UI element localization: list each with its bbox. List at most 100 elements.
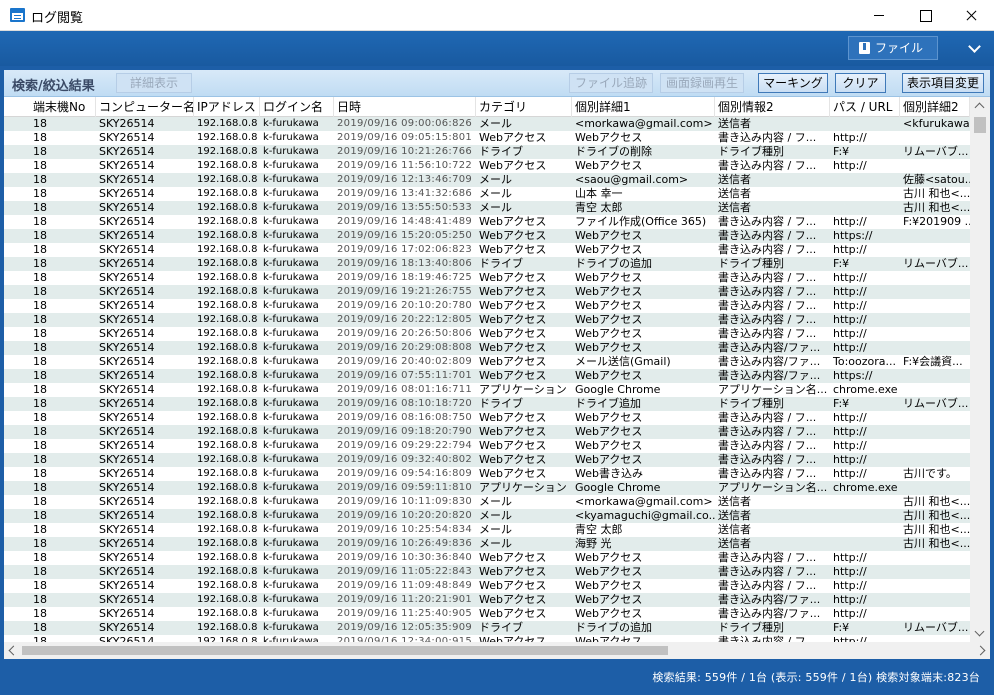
cell-datetime: 2019/09/16 20:22:12:805	[337, 314, 473, 325]
table-row[interactable]: 18 SKY26514 192.168.0.8 k-furukawa 2019/09/1…	[4, 131, 970, 145]
horizontal-scroll-thumb[interactable]	[22, 646, 668, 655]
cell-detail1: 海野 光	[575, 537, 612, 550]
table-row[interactable]: 18 SKY26514 192.168.0.8 k-furukawa 2019/09/1…	[4, 383, 970, 397]
table-row[interactable]: 18 SKY26514 192.168.0.8 k-furukawa 2019/09/1…	[4, 355, 970, 369]
maximize-button[interactable]	[902, 0, 948, 31]
vertical-scrollbar[interactable]	[970, 97, 990, 642]
file-menu-label: ファイル	[875, 41, 924, 55]
table-row[interactable]: 18 SKY26514 192.168.0.8 k-furukawa 2019/09/1…	[4, 397, 970, 411]
table-row[interactable]: 18 SKY26514 192.168.0.8 k-furukawa 2019/09/1…	[4, 509, 970, 523]
cell-terminal-no: 18	[33, 131, 47, 144]
table-row[interactable]: 18 SKY26514 192.168.0.8 k-furukawa 2019/09/1…	[4, 593, 970, 607]
table-row[interactable]: 18 SKY26514 192.168.0.8 k-furukawa 2019/09/1…	[4, 159, 970, 173]
cell-detail1: Webアクセス	[575, 159, 643, 172]
table-row[interactable]: 18 SKY26514 192.168.0.8 k-furukawa 2019/09/1…	[4, 369, 970, 383]
minimize-button[interactable]	[856, 0, 902, 31]
table-row[interactable]: 18 SKY26514 192.168.0.8 k-furukawa 2019/09/1…	[4, 439, 970, 453]
table-row[interactable]: 18 SKY26514 192.168.0.8 k-furukawa 2019/09/1…	[4, 201, 970, 215]
cell-detail2	[900, 159, 970, 173]
header-col-terminal-no[interactable]: 端末機No	[30, 97, 96, 117]
cell-path-url: http://	[833, 215, 867, 228]
table-row[interactable]: 18 SKY26514 192.168.0.8 k-furukawa 2019/09/1…	[4, 551, 970, 565]
horizontal-scrollbar[interactable]	[4, 642, 990, 659]
cell-path-url: http://	[833, 579, 867, 592]
cell-ip-address: 192.168.0.8	[197, 510, 258, 521]
scroll-right-icon[interactable]	[973, 642, 990, 659]
clear-button[interactable]: クリア	[835, 73, 886, 93]
cell-path-url: http://	[833, 607, 867, 620]
cell-datetime: 2019/09/16 09:05:15:801	[337, 132, 473, 143]
chevron-down-icon[interactable]	[966, 41, 984, 55]
file-trace-button[interactable]: ファイル追跡	[569, 73, 653, 93]
marking-button[interactable]: マーキング	[758, 73, 828, 93]
display-items-button[interactable]: 表示項目変更	[902, 73, 984, 93]
table-row[interactable]: 18 SKY26514 192.168.0.8 k-furukawa 2019/09/1…	[4, 453, 970, 467]
results-toolbar: 検索/絞込結果 詳細表示 ファイル追跡 画面録画再生 マーキング クリア 表示項…	[4, 70, 990, 97]
header-col-detail2[interactable]: 個別詳細2	[900, 97, 970, 117]
table-row[interactable]: 18 SKY26514 192.168.0.8 k-furukawa 2019/09/1…	[4, 145, 970, 159]
screen-replay-button[interactable]: 画面録画再生	[660, 73, 744, 93]
cell-computer-name: SKY26514	[99, 327, 155, 340]
cell-detail1: Webアクセス	[575, 593, 643, 606]
table-row[interactable]: 18 SKY26514 192.168.0.8 k-furukawa 2019/09/1…	[4, 579, 970, 593]
table-row[interactable]: 18 SKY26514 192.168.0.8 k-furukawa 2019/09/1…	[4, 537, 970, 551]
table-row[interactable]: 18 SKY26514 192.168.0.8 k-furukawa 2019/09/1…	[4, 327, 970, 341]
header-col-path-url[interactable]: パス / URL	[830, 97, 900, 117]
header-col-computer-name[interactable]: コンピューター名	[96, 97, 194, 117]
cell-path-url: http://	[833, 411, 867, 424]
table-row[interactable]: 18 SKY26514 192.168.0.8 k-furukawa 2019/09/1…	[4, 425, 970, 439]
table-row[interactable]: 18 SKY26514 192.168.0.8 k-furukawa 2019/09/1…	[4, 607, 970, 621]
table-row[interactable]: 18 SKY26514 192.168.0.8 k-furukawa 2019/09/1…	[4, 313, 970, 327]
cell-category: アプリケーション	[479, 383, 567, 396]
cell-category: Webアクセス	[479, 327, 547, 340]
cell-terminal-no: 18	[33, 173, 47, 186]
header-col-datetime[interactable]: 日時	[334, 97, 476, 117]
table-row[interactable]: 18 SKY26514 192.168.0.8 k-furukawa 2019/09/1…	[4, 467, 970, 481]
cell-category: メール	[479, 509, 512, 522]
table-row[interactable]: 18 SKY26514 192.168.0.8 k-furukawa 2019/09/1…	[4, 285, 970, 299]
table-row[interactable]: 18 SKY26514 192.168.0.8 k-furukawa 2019/09/1…	[4, 495, 970, 509]
table-row[interactable]: 18 SKY26514 192.168.0.8 k-furukawa 2019/09/1…	[4, 299, 970, 313]
table-row[interactable]: 18 SKY26514 192.168.0.8 k-furukawa 2019/09/1…	[4, 215, 970, 229]
cell-login-name: k-furukawa	[263, 496, 319, 507]
table-row[interactable]: 18 SKY26514 192.168.0.8 k-furukawa 2019/09/1…	[4, 187, 970, 201]
scroll-down-icon[interactable]	[970, 625, 990, 642]
table-row[interactable]: 18 SKY26514 192.168.0.8 k-furukawa 2019/09/1…	[4, 635, 970, 642]
header-col-detail1[interactable]: 個別詳細1	[572, 97, 715, 117]
detail-view-button[interactable]: 詳細表示	[116, 73, 192, 93]
scroll-left-icon[interactable]	[4, 642, 21, 659]
cell-detail1: Webアクセス	[575, 551, 643, 564]
cell-login-name: k-furukawa	[263, 636, 319, 642]
cell-datetime: 2019/09/16 10:11:09:830	[337, 496, 473, 507]
cell-path-url: http://	[833, 341, 867, 354]
file-menu-button[interactable]: ファイル	[848, 36, 938, 60]
table-row[interactable]: 18 SKY26514 192.168.0.8 k-furukawa 2019/09/1…	[4, 523, 970, 537]
table-row[interactable]: 18 SKY26514 192.168.0.8 k-furukawa 2019/09/1…	[4, 271, 970, 285]
table-row[interactable]: 18 SKY26514 192.168.0.8 k-furukawa 2019/09/1…	[4, 173, 970, 187]
table-row[interactable]: 18 SKY26514 192.168.0.8 k-furukawa 2019/09/1…	[4, 481, 970, 495]
header-col-category[interactable]: カテゴリ	[476, 97, 572, 117]
cell-datetime: 2019/09/16 18:19:46:725	[337, 272, 473, 283]
cell-category: Webアクセス	[479, 439, 547, 452]
cell-path-url: F:¥	[833, 397, 850, 410]
close-button[interactable]	[948, 0, 994, 31]
cell-terminal-no: 18	[33, 313, 47, 326]
table-row[interactable]: 18 SKY26514 192.168.0.8 k-furukawa 2019/09/1…	[4, 621, 970, 635]
header-col-info2[interactable]: 個別情報2	[715, 97, 830, 117]
cell-detail2: <kfurukawa...	[903, 117, 970, 130]
table-row[interactable]: 18 SKY26514 192.168.0.8 k-furukawa 2019/09/1…	[4, 341, 970, 355]
table-row[interactable]: 18 SKY26514 192.168.0.8 k-furukawa 2019/09/1…	[4, 257, 970, 271]
cell-ip-address: 192.168.0.8	[197, 118, 258, 129]
table-row[interactable]: 18 SKY26514 192.168.0.8 k-furukawa 2019/09/1…	[4, 243, 970, 257]
header-col-ip-address[interactable]: IPアドレス	[194, 97, 260, 117]
cell-login-name: k-furukawa	[263, 272, 319, 283]
header-col-login-name[interactable]: ログイン名	[260, 97, 334, 117]
cell-path-url	[830, 537, 900, 551]
vertical-scroll-thumb[interactable]	[974, 117, 986, 133]
table-row[interactable]: 18 SKY26514 192.168.0.8 k-furukawa 2019/09/1…	[4, 117, 970, 131]
table-row[interactable]: 18 SKY26514 192.168.0.8 k-furukawa 2019/09/1…	[4, 229, 970, 243]
table-row[interactable]: 18 SKY26514 192.168.0.8 k-furukawa 2019/09/1…	[4, 565, 970, 579]
cell-detail1: ドライブの削除	[575, 145, 652, 158]
table-row[interactable]: 18 SKY26514 192.168.0.8 k-furukawa 2019/09/1…	[4, 411, 970, 425]
scroll-up-icon[interactable]	[970, 97, 990, 114]
